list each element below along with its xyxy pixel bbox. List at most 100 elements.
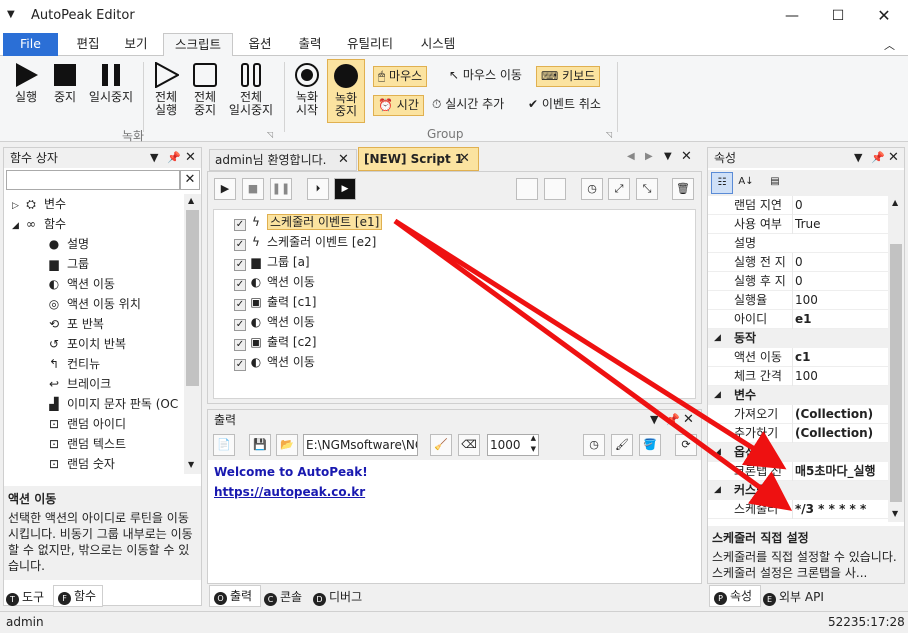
toolbox-item[interactable]: ⊡ 랜덤 텍스트	[47, 434, 126, 454]
script-item[interactable]: ✓ ▣ 출력 [c2]	[234, 332, 317, 352]
properties-scrollbar[interactable]: ▲ ▼	[888, 196, 904, 522]
toolbox-item[interactable]: ◐ 액션 이동	[47, 274, 115, 294]
script-item[interactable]: ✓ ϟ 스케줄러 이벤트 [e2]	[234, 232, 376, 252]
pin-icon[interactable]: 📌	[871, 148, 885, 168]
tab-view[interactable]: 보기	[114, 33, 158, 56]
stop-all-button[interactable]: 전체 중지	[187, 62, 223, 117]
tab-debug[interactable]: D 디버그	[313, 587, 373, 607]
event-cancel-toggle[interactable]: ✔ 이벤트 취소	[524, 95, 605, 116]
toolbox-item[interactable]: ▟ 이미지 문자 판독 (OC	[47, 394, 178, 414]
toolbox-item[interactable]: ↩ 브레이크	[47, 374, 111, 394]
item-checkbox[interactable]: ✓	[234, 319, 246, 331]
close-icon[interactable]: ✕	[683, 410, 694, 430]
refresh-icon[interactable]: ⟳	[675, 434, 697, 456]
fill-icon[interactable]: 🪣	[639, 434, 661, 456]
toolbox-item[interactable]: ● 설명	[47, 234, 89, 254]
item-checkbox[interactable]: ✓	[234, 299, 246, 311]
blank-button-2[interactable]	[544, 178, 566, 200]
tab-options[interactable]: 옵션	[238, 33, 282, 56]
property-category[interactable]: ◢ 커스텀	[708, 481, 894, 500]
stop-button[interactable]: 중지	[48, 62, 82, 104]
item-checkbox[interactable]: ✓	[234, 259, 246, 271]
editor-run-button[interactable]: ▶	[214, 178, 236, 200]
run-all-button[interactable]: 전체 실행	[148, 61, 184, 117]
realtime-add-toggle[interactable]: ⏱ 실시간 추가	[428, 95, 508, 116]
tab-external-api[interactable]: E 외부 API	[763, 587, 833, 607]
script-item[interactable]: ✓ ◐ 액션 이동	[234, 272, 315, 292]
property-row[interactable]: 사용 여부 True	[708, 215, 894, 234]
item-checkbox[interactable]: ✓	[234, 359, 246, 371]
property-row[interactable]: 액션 이동 c1	[708, 348, 894, 367]
categorized-icon[interactable]: ☷	[711, 172, 733, 194]
keyboard-toggle[interactable]: ⌨ 키보드	[536, 66, 601, 87]
clean-icon[interactable]: 🧹	[430, 434, 452, 456]
tab-tools[interactable]: T 도구	[6, 587, 52, 607]
mouse-move-toggle[interactable]: ↖ 마우스 이동	[445, 66, 526, 87]
toolbox-item[interactable]: ▆ 그룹	[47, 254, 89, 274]
close-button[interactable]: ✕	[861, 0, 907, 32]
tab-left-icon[interactable]: ◀	[627, 151, 635, 162]
editor-stop-button[interactable]: ■	[242, 178, 264, 200]
script-item[interactable]: ✓ ◐ 액션 이동	[234, 312, 315, 332]
system-menu-icon[interactable]: ▼	[7, 9, 15, 20]
toolbox-item[interactable]: ◎ 액션 이동 위치	[47, 294, 141, 314]
expand-icon[interactable]: ⤢	[608, 178, 630, 200]
log-count-input[interactable]: 1000 ▲ ▼	[487, 434, 539, 456]
time-toggle[interactable]: ⏰ 시간	[373, 95, 424, 116]
record-stop-button[interactable]: 녹화 중지	[327, 59, 365, 123]
property-row[interactable]: 스케줄러 */3 * * * * *	[708, 500, 894, 519]
tab-script1[interactable]: [NEW] Script 1 ✕	[358, 147, 479, 171]
toolbox-item[interactable]: ▷ ⛭ 변수	[12, 194, 66, 214]
tab-right-icon[interactable]: ▶	[645, 151, 653, 162]
delete-icon[interactable]: 🗑	[672, 178, 694, 200]
tab-functions[interactable]: F 함수	[53, 585, 103, 607]
toolbox-item[interactable]: ↰ 컨티뉴	[47, 354, 100, 374]
eraser-icon[interactable]: ⌫	[458, 434, 480, 456]
pause-button[interactable]: 일시중지	[86, 62, 136, 104]
item-checkbox[interactable]: ✓	[234, 339, 246, 351]
item-checkbox[interactable]: ✓	[234, 219, 246, 231]
property-row[interactable]: 아이디 e1	[708, 310, 894, 329]
tab-console[interactable]: C 콘솔	[264, 587, 314, 607]
group-launcher-icon-2[interactable]: ◹	[606, 130, 612, 139]
new-log-icon[interactable]: 📄	[213, 434, 235, 456]
toolbox-item[interactable]: ⊡ 랜덤 아이디	[47, 414, 126, 434]
tab-output-log[interactable]: O 출력	[209, 585, 261, 607]
close-icon[interactable]: ✕	[888, 148, 899, 168]
pin-icon[interactable]: 📌	[167, 148, 181, 168]
tab-edit[interactable]: 편집	[66, 33, 110, 56]
tab-system[interactable]: 시스템	[410, 33, 466, 56]
property-row[interactable]: 크론탭 선 매5초마다_실행	[708, 462, 894, 481]
clock-icon[interactable]: ◷	[583, 434, 605, 456]
tab-properties[interactable]: P 속성	[709, 585, 761, 607]
close-tab-icon[interactable]: ✕	[338, 150, 349, 170]
property-row[interactable]: 설명	[708, 234, 894, 253]
property-category[interactable]: ◢ 옵션	[708, 443, 894, 462]
property-row[interactable]: 실행 전 지0	[708, 253, 894, 272]
minimize-button[interactable]: —	[769, 0, 815, 32]
homepage-link[interactable]: https://autopeak.co.kr	[214, 482, 695, 502]
save-icon[interactable]: 💾	[249, 434, 271, 456]
dropdown-icon[interactable]: ▼	[854, 148, 862, 168]
property-row[interactable]: 실행율 100	[708, 291, 894, 310]
tab-script[interactable]: 스크립트	[163, 33, 233, 57]
timer-icon[interactable]: ◷	[581, 178, 603, 200]
run-button[interactable]: 실행	[8, 62, 44, 104]
record-start-button[interactable]: 녹화 시작	[289, 62, 325, 117]
pause-all-button[interactable]: 전체 일시중지	[225, 62, 277, 117]
item-checkbox[interactable]: ✓	[234, 279, 246, 291]
collapse-ribbon-icon[interactable]: ︿	[884, 37, 895, 53]
toolbox-item[interactable]: ⟲ 포 반복	[47, 314, 104, 334]
collapse-icon[interactable]: ⤡	[636, 178, 658, 200]
brush-icon[interactable]: 🖌	[611, 434, 633, 456]
run-from-button[interactable]: ▶	[334, 178, 356, 200]
maximize-button[interactable]: ☐	[815, 0, 861, 32]
script-item[interactable]: ✓ ▆ 그룹 [a]	[234, 252, 310, 272]
tab-output[interactable]: 출력	[288, 33, 332, 56]
tab-list-icon[interactable]: ▼	[664, 151, 672, 162]
property-category[interactable]: ◢ 동작	[708, 329, 894, 348]
properties-scroll-thumb[interactable]	[890, 244, 902, 502]
open-folder-icon[interactable]: 📂	[276, 434, 298, 456]
clear-search-button[interactable]: ✕	[180, 170, 200, 190]
close-icon[interactable]: ✕	[185, 148, 196, 168]
